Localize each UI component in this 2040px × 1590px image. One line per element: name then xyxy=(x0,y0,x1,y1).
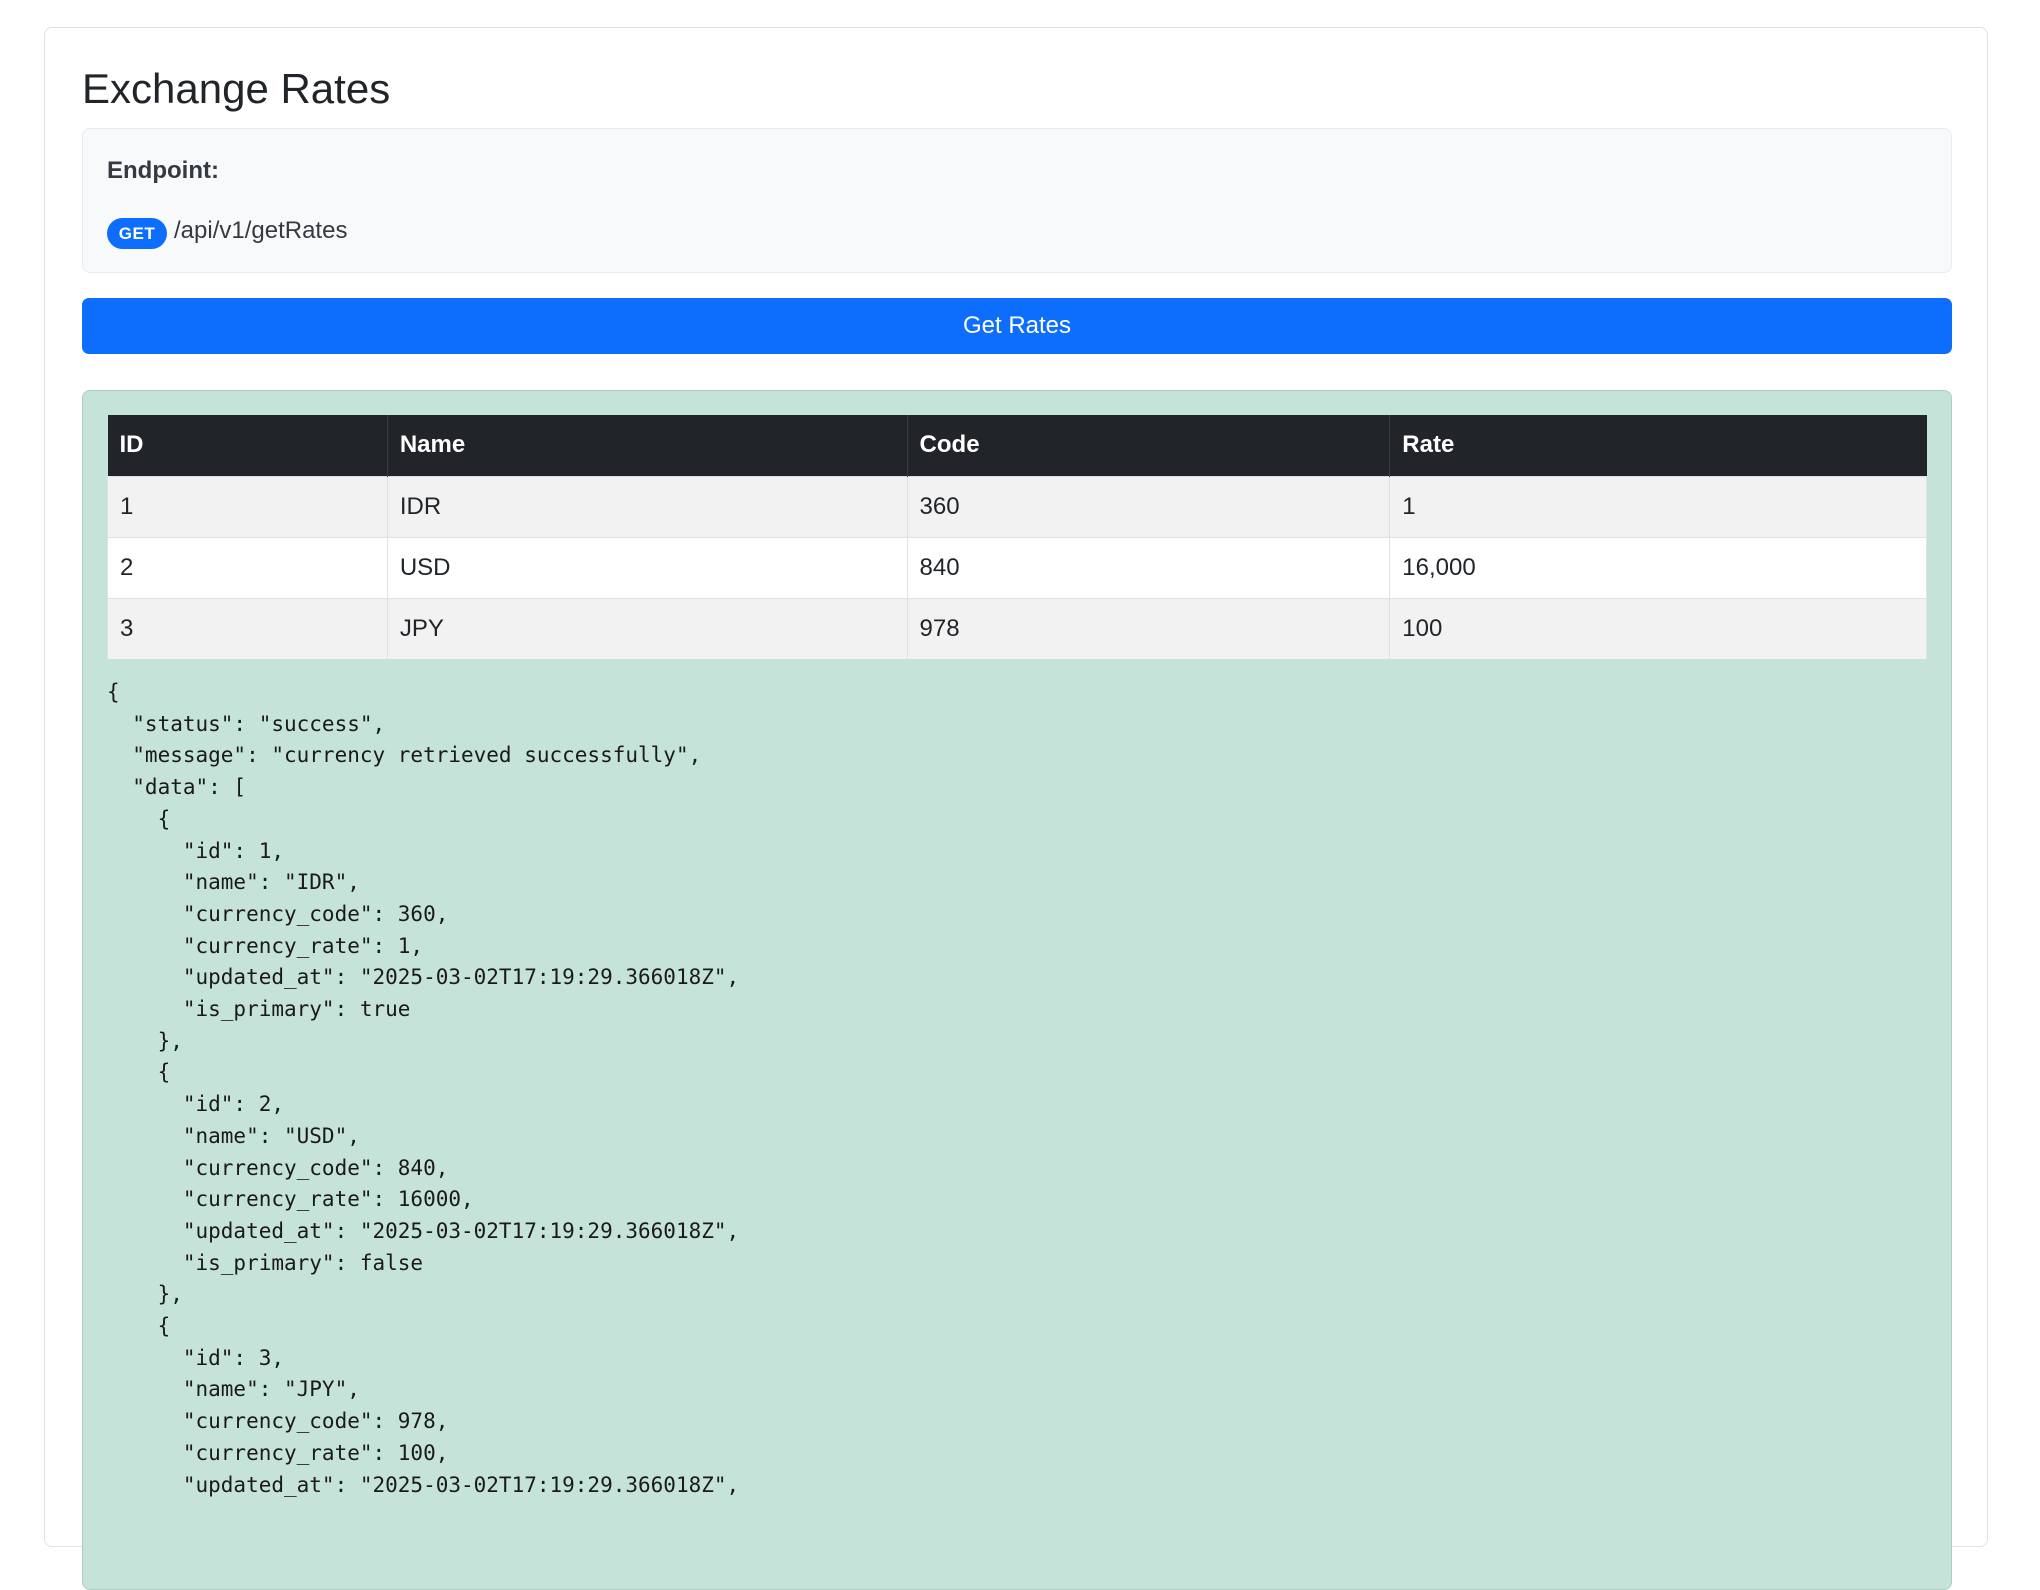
table-header-row: ID Name Code Rate xyxy=(107,415,1927,476)
table-row: 3 JPY 978 100 xyxy=(107,597,1927,659)
endpoint-path: /api/v1/getRates xyxy=(174,217,348,244)
column-header-name: Name xyxy=(387,415,908,476)
cell-code: 978 xyxy=(907,597,1391,659)
cell-code: 360 xyxy=(907,475,1391,537)
cell-id: 3 xyxy=(107,597,388,659)
endpoint-label: Endpoint: xyxy=(107,157,219,184)
get-rates-button[interactable]: Get Rates xyxy=(82,298,1952,354)
cell-rate: 1 xyxy=(1389,475,1927,537)
table-row: 2 USD 840 16,000 xyxy=(107,536,1927,598)
column-header-rate: Rate xyxy=(1389,415,1927,476)
cell-id: 2 xyxy=(107,536,388,598)
rates-table: ID Name Code Rate 1 IDR 360 1 2 USD 840 xyxy=(107,415,1927,659)
cell-rate: 100 xyxy=(1389,597,1927,659)
main-card: Exchange Rates Endpoint: GET /api/v1/get… xyxy=(44,27,1988,1590)
json-response-output: { "status": "success", "message": "curre… xyxy=(107,680,740,1497)
table-row: 1 IDR 360 1 xyxy=(107,475,1927,537)
result-panel: ID Name Code Rate 1 IDR 360 1 2 USD 840 xyxy=(82,390,1952,1590)
cell-name: IDR xyxy=(387,475,908,537)
cell-id: 1 xyxy=(107,475,388,537)
cell-name: USD xyxy=(387,536,908,598)
column-header-code: Code xyxy=(907,415,1391,476)
cell-code: 840 xyxy=(907,536,1391,598)
page-title: Exchange Rates xyxy=(82,65,391,112)
http-method-badge: GET xyxy=(107,218,167,249)
cell-rate: 16,000 xyxy=(1389,536,1927,598)
endpoint-panel: Endpoint: GET /api/v1/getRates xyxy=(82,128,1952,273)
cell-name: JPY xyxy=(387,597,908,659)
column-header-id: ID xyxy=(107,415,388,476)
